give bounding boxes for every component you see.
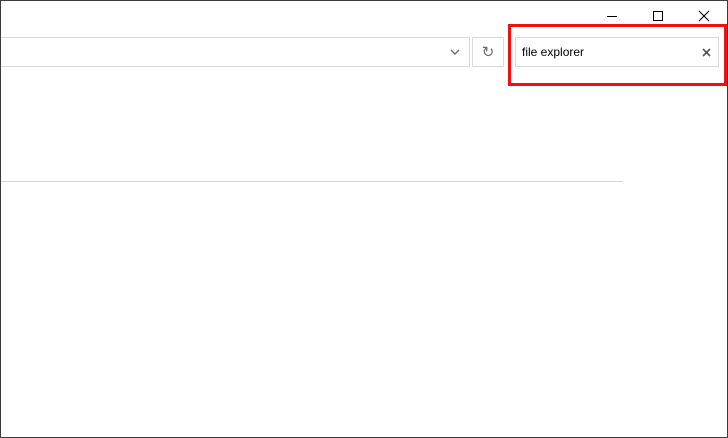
refresh-icon: ↻ — [481, 43, 495, 61]
minimize-button[interactable] — [589, 1, 635, 31]
close-button[interactable] — [681, 1, 727, 31]
clear-icon — [701, 47, 711, 57]
address-bar[interactable] — [1, 37, 470, 67]
chevron-down-icon — [450, 49, 460, 55]
window-controls — [589, 1, 727, 31]
clear-search-button[interactable] — [694, 39, 718, 65]
search-input[interactable]: file explorer — [515, 37, 719, 67]
search-input-value: file explorer — [522, 45, 585, 59]
maximize-button[interactable] — [635, 1, 681, 31]
refresh-button[interactable]: ↻ — [472, 37, 504, 67]
maximize-icon — [653, 11, 663, 21]
minimize-icon — [607, 16, 617, 17]
file-explorer-window: ↻ file explorer — [0, 0, 728, 438]
address-history-dropdown[interactable] — [441, 37, 469, 67]
content-divider — [1, 181, 623, 182]
close-icon — [698, 10, 710, 22]
